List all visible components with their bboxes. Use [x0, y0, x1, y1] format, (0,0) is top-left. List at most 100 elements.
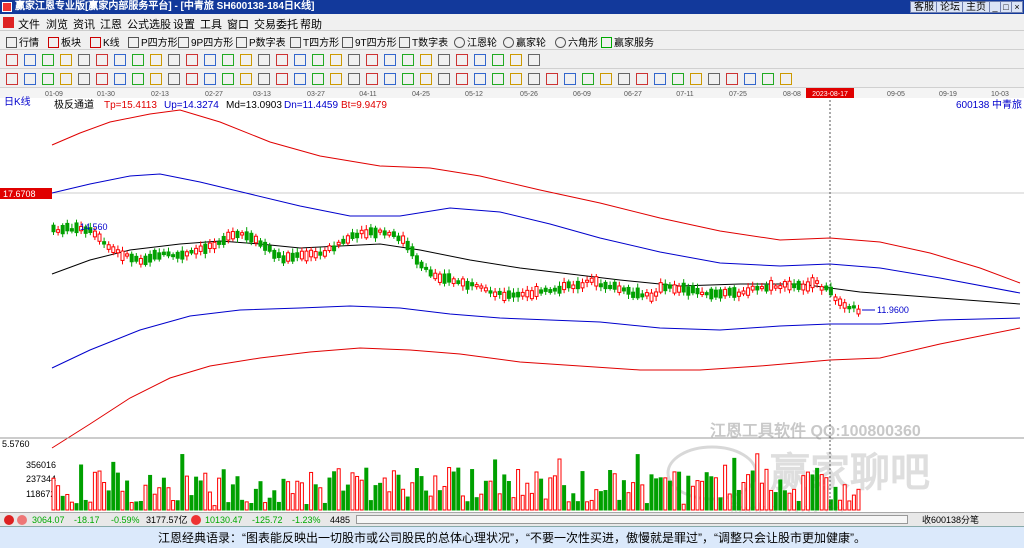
analysis-tool-34[interactable]	[600, 73, 612, 85]
analysis-tool-10[interactable]	[168, 73, 180, 85]
winner-service-button[interactable]: 赢家服务	[601, 34, 654, 49]
analysis-tool-25[interactable]	[438, 73, 450, 85]
drawing-tool-5[interactable]	[78, 54, 90, 66]
analysis-tool-33[interactable]	[582, 73, 594, 85]
analysis-tool-23[interactable]	[402, 73, 414, 85]
drawing-tool-8[interactable]	[132, 54, 144, 66]
analysis-tool-32[interactable]	[564, 73, 576, 85]
analysis-tool-13[interactable]	[222, 73, 234, 85]
drawing-tool-16[interactable]	[276, 54, 288, 66]
analysis-tool-21[interactable]	[366, 73, 378, 85]
menu-browse[interactable]: 浏览	[46, 16, 68, 32]
drawing-tool-25[interactable]	[438, 54, 450, 66]
menu-tools[interactable]: 工具	[200, 16, 222, 32]
drawing-tool-7[interactable]	[114, 54, 126, 66]
drawing-tool-2[interactable]	[24, 54, 36, 66]
analysis-tool-42[interactable]	[744, 73, 756, 85]
analysis-tool-35[interactable]	[618, 73, 630, 85]
menu-settings[interactable]: 设置	[173, 16, 195, 32]
menu-window[interactable]: 窗口	[227, 16, 249, 32]
drawing-tool-1[interactable]	[6, 54, 18, 66]
drawing-tool-28[interactable]	[492, 54, 504, 66]
drawing-tool-4[interactable]	[60, 54, 72, 66]
analysis-tool-11[interactable]	[186, 73, 198, 85]
drawing-tool-20[interactable]	[348, 54, 360, 66]
menu-info[interactable]: 资讯	[73, 16, 95, 32]
analysis-tool-4[interactable]	[60, 73, 72, 85]
analysis-tool-24[interactable]	[420, 73, 432, 85]
analysis-tool-2[interactable]	[24, 73, 36, 85]
analysis-tool-26[interactable]	[456, 73, 468, 85]
p-number-table-button[interactable]: P数字表	[236, 34, 286, 49]
analysis-tool-29[interactable]	[510, 73, 522, 85]
drawing-tool-13[interactable]	[222, 54, 234, 66]
drawing-tool-15[interactable]	[258, 54, 270, 66]
menu-gann[interactable]: 江恩	[100, 16, 122, 32]
menu-help[interactable]: 帮助	[300, 16, 322, 32]
drawing-tool-3[interactable]	[42, 54, 54, 66]
analysis-tool-12[interactable]	[204, 73, 216, 85]
drawing-tool-19[interactable]	[330, 54, 342, 66]
analysis-tool-28[interactable]	[492, 73, 504, 85]
analysis-tool-15[interactable]	[258, 73, 270, 85]
analysis-tool-27[interactable]	[474, 73, 486, 85]
drawing-tool-18[interactable]	[312, 54, 324, 66]
hexagon-button[interactable]: 六角形	[555, 34, 598, 49]
analysis-tool-19[interactable]	[330, 73, 342, 85]
drawing-tool-21[interactable]	[366, 54, 378, 66]
menu-trade[interactable]: 交易委托	[254, 16, 298, 32]
analysis-tool-36[interactable]	[636, 73, 648, 85]
drawing-tool-29[interactable]	[510, 54, 522, 66]
service-button[interactable]: 客服	[910, 1, 938, 13]
analysis-tool-22[interactable]	[384, 73, 396, 85]
winner-wheel-button[interactable]: 赢家轮	[503, 34, 546, 49]
drawing-tool-27[interactable]	[474, 54, 486, 66]
analysis-tool-6[interactable]	[96, 73, 108, 85]
sector-button[interactable]: 板块	[48, 34, 81, 49]
horizontal-scrollbar[interactable]	[356, 515, 908, 524]
9t-square-button[interactable]: 9T四方形	[342, 34, 397, 49]
analysis-tool-8[interactable]	[132, 73, 144, 85]
analysis-tool-3[interactable]	[42, 73, 54, 85]
drawing-tool-12[interactable]	[204, 54, 216, 66]
t-number-table-button[interactable]: T数字表	[399, 34, 448, 49]
drawing-tool-6[interactable]	[96, 54, 108, 66]
drawing-tool-10[interactable]	[168, 54, 180, 66]
quote-button[interactable]: 行情	[6, 34, 39, 49]
analysis-tool-41[interactable]	[726, 73, 738, 85]
menu-file[interactable]: 文件	[18, 16, 40, 32]
drawing-tool-23[interactable]	[402, 54, 414, 66]
analysis-tool-31[interactable]	[546, 73, 558, 85]
kline-chart[interactable]: 01-09 01-30 02-13 02-27 03-13 03-27 04-11 04-25…	[0, 88, 1024, 512]
p-square-button[interactable]: P四方形	[128, 34, 178, 49]
drawing-tool-14[interactable]	[240, 54, 252, 66]
drawing-tool-17[interactable]	[294, 54, 306, 66]
analysis-tool-30[interactable]	[528, 73, 540, 85]
drawing-tool-11[interactable]	[186, 54, 198, 66]
app-menu-icon[interactable]	[3, 17, 14, 28]
drawing-tool-9[interactable]	[150, 54, 162, 66]
analysis-tool-39[interactable]	[690, 73, 702, 85]
analysis-tool-20[interactable]	[348, 73, 360, 85]
gann-wheel-button[interactable]: 江恩轮	[454, 34, 497, 49]
analysis-tool-14[interactable]	[240, 73, 252, 85]
analysis-tool-38[interactable]	[672, 73, 684, 85]
analysis-tool-37[interactable]	[654, 73, 666, 85]
analysis-tool-7[interactable]	[114, 73, 126, 85]
9p-square-button[interactable]: 9P四方形	[178, 34, 233, 49]
drawing-tool-22[interactable]	[384, 54, 396, 66]
analysis-tool-17[interactable]	[294, 73, 306, 85]
t-square-button[interactable]: T四方形	[290, 34, 339, 49]
analysis-tool-16[interactable]	[276, 73, 288, 85]
forum-button[interactable]: 论坛	[936, 1, 964, 13]
analysis-tool-5[interactable]	[78, 73, 90, 85]
analysis-tool-9[interactable]	[150, 73, 162, 85]
analysis-tool-40[interactable]	[708, 73, 720, 85]
drawing-tool-24[interactable]	[420, 54, 432, 66]
kline-button[interactable]: K线	[90, 34, 120, 49]
analysis-tool-1[interactable]	[6, 73, 18, 85]
drawing-tool-26[interactable]	[456, 54, 468, 66]
chart-area[interactable]: 01-09 01-30 02-13 02-27 03-13 03-27 04-11 04-25…	[0, 88, 1024, 512]
analysis-tool-18[interactable]	[312, 73, 324, 85]
homepage-button[interactable]: 主页	[962, 1, 990, 13]
